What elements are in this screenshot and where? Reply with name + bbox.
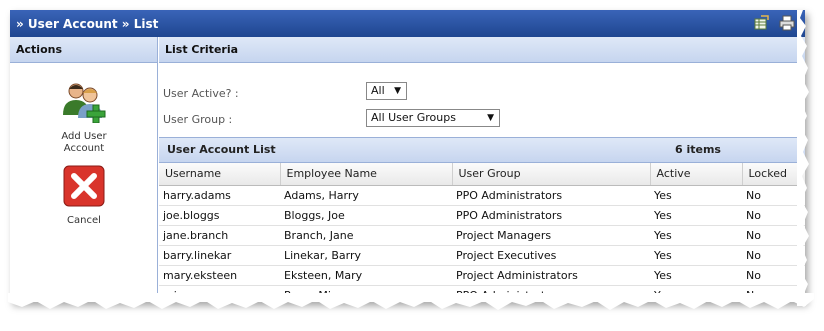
cell-locked: No [742, 245, 805, 266]
actions-panel: Actions Add User Account Cancel [10, 37, 158, 302]
export-excel-icon[interactable] [753, 15, 769, 31]
cell-username: harry.adams [159, 185, 280, 206]
table-row[interactable]: mary.eksteen Eksteen, Mary Project Admin… [159, 265, 805, 286]
chevron-down-icon: ▼ [487, 113, 494, 123]
breadcrumb: » User Account » List [16, 16, 159, 31]
user-group-label: User Group : [163, 113, 233, 126]
user-active-select[interactable]: All ▼ [366, 82, 407, 100]
torn-edge-bottom [8, 293, 814, 310]
user-group-select[interactable]: All User Groups ▼ [366, 109, 500, 127]
actions-header: Actions [10, 37, 157, 63]
print-icon[interactable] [779, 15, 795, 31]
table-row[interactable]: harry.adams Adams, Harry PPO Administrat… [159, 185, 805, 206]
cell-user-group: Project Executives [452, 245, 650, 266]
cell-locked: No [742, 185, 805, 206]
column-header-employee-name[interactable]: Employee Name [280, 163, 453, 186]
user-active-value: All [371, 84, 385, 97]
user-active-label: User Active? : [163, 87, 239, 100]
column-header-username[interactable]: Username [159, 163, 281, 186]
add-user-account-label: Add User Account [61, 131, 107, 154]
cancel-label: Cancel [67, 215, 101, 226]
cell-active: Yes [650, 265, 742, 286]
chevron-down-icon: ▼ [394, 86, 401, 96]
cell-active: Yes [650, 185, 742, 206]
cell-username: joe.bloggs [159, 205, 280, 226]
items-count: 6 items [675, 143, 721, 156]
cell-user-group: PPO Administrators [452, 185, 650, 206]
column-header-active[interactable]: Active [650, 163, 743, 186]
table-header-row: Username Employee Name User Group Active… [159, 163, 805, 186]
cell-user-group: PPO Administrators [452, 205, 650, 226]
column-header-locked[interactable]: Locked [742, 163, 805, 186]
table-row[interactable]: joe.bloggs Bloggs, Joe PPO Administrator… [159, 205, 805, 226]
table-row[interactable]: jane.branch Branch, Jane Project Manager… [159, 225, 805, 246]
user-account-table: Username Employee Name User Group Active… [159, 163, 805, 302]
cell-employee-name: Branch, Jane [280, 225, 452, 246]
cell-user-group: Project Administrators [452, 265, 650, 286]
cell-username: jane.branch [159, 225, 280, 246]
cell-username: mary.eksteen [159, 265, 280, 286]
column-header-user-group[interactable]: User Group [452, 163, 651, 186]
user-group-value: All User Groups [371, 111, 456, 124]
cell-employee-name: Adams, Harry [280, 185, 452, 206]
cell-user-group: Project Managers [452, 225, 650, 246]
cancel-action[interactable]: Cancel [10, 165, 158, 227]
cell-active: Yes [650, 205, 742, 226]
cell-employee-name: Bloggs, Joe [280, 205, 452, 226]
cell-active: Yes [650, 225, 742, 246]
cell-locked: No [742, 265, 805, 286]
table-row[interactable]: barry.linekar Linekar, Barry Project Exe… [159, 245, 805, 266]
cell-locked: No [742, 205, 805, 226]
add-user-account-action[interactable]: Add User Account [10, 81, 158, 155]
list-title: User Account List [167, 143, 276, 156]
cell-locked: No [742, 225, 805, 246]
cell-username: barry.linekar [159, 245, 280, 266]
cell-employee-name: Eksteen, Mary [280, 265, 452, 286]
user-account-list-header: User Account List 6 items [159, 137, 805, 163]
torn-edge-right [797, 10, 809, 306]
cell-active: Yes [650, 245, 742, 266]
cell-employee-name: Linekar, Barry [280, 245, 452, 266]
add-user-icon [10, 81, 158, 127]
main-panel: List Criteria User Active? : All ▼ User … [159, 37, 805, 302]
cancel-icon [10, 165, 158, 211]
app-window: » User Account » List Actions Add User A… [10, 10, 805, 302]
title-bar: » User Account » List [10, 10, 805, 37]
list-criteria-header: List Criteria [159, 37, 805, 63]
